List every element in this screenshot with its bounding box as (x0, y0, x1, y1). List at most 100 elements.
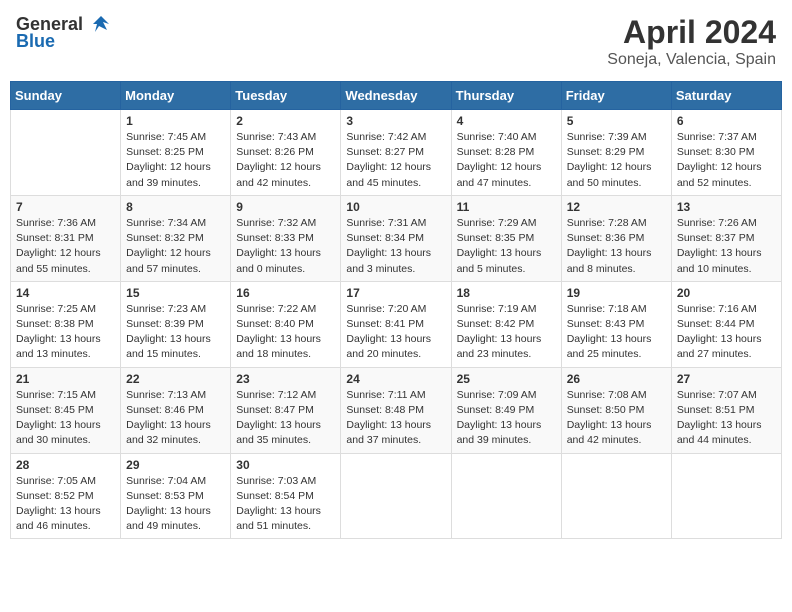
day-info: Sunrise: 7:28 AMSunset: 8:36 PMDaylight:… (567, 216, 666, 277)
logo: General Blue (16, 14, 113, 52)
day-number: 1 (126, 114, 225, 128)
day-info: Sunrise: 7:42 AMSunset: 8:27 PMDaylight:… (346, 130, 445, 191)
day-info: Sunrise: 7:11 AMSunset: 8:48 PMDaylight:… (346, 388, 445, 449)
day-info: Sunrise: 7:23 AMSunset: 8:39 PMDaylight:… (126, 302, 225, 363)
day-number: 11 (457, 200, 556, 214)
logo-bird-icon (87, 14, 113, 34)
day-number: 27 (677, 372, 776, 386)
title-area: April 2024 Soneja, Valencia, Spain (607, 14, 776, 69)
day-number: 25 (457, 372, 556, 386)
day-number: 17 (346, 286, 445, 300)
day-of-week-header: Friday (561, 82, 671, 110)
day-number: 29 (126, 458, 225, 472)
day-info: Sunrise: 7:40 AMSunset: 8:28 PMDaylight:… (457, 130, 556, 191)
day-of-week-header: Saturday (671, 82, 781, 110)
calendar-day-cell: 19Sunrise: 7:18 AMSunset: 8:43 PMDayligh… (561, 281, 671, 367)
day-number: 18 (457, 286, 556, 300)
calendar-day-cell: 6Sunrise: 7:37 AMSunset: 8:30 PMDaylight… (671, 110, 781, 196)
day-of-week-header: Sunday (11, 82, 121, 110)
day-of-week-header: Wednesday (341, 82, 451, 110)
day-number: 28 (16, 458, 115, 472)
calendar-day-cell: 5 Sunrise: 7:39 AMSunset: 8:29 PMDaylight… (561, 110, 671, 196)
calendar-day-cell: 29 Sunrise: 7:04 AMSunset: 8:53 PMDayligh… (121, 453, 231, 539)
calendar-day-cell: 24 Sunrise: 7:11 AMSunset: 8:48 PMDayligh… (341, 367, 451, 453)
day-number: 23 (236, 372, 335, 386)
calendar-header-row: SundayMondayTuesdayWednesdayThursdayFrid… (11, 82, 782, 110)
calendar-day-cell (451, 453, 561, 539)
day-info: Sunrise: 7:20 AMSunset: 8:41 PMDaylight:… (346, 302, 445, 363)
calendar-day-cell: 14 Sunrise: 7:25 AMSunset: 8:38 PMDayligh… (11, 281, 121, 367)
day-info: Sunrise: 7:34 AMSunset: 8:32 PMDaylight:… (126, 216, 225, 277)
month-title: April 2024 (607, 14, 776, 51)
day-number: 24 (346, 372, 445, 386)
day-number: 30 (236, 458, 335, 472)
calendar-day-cell: 30 Sunrise: 7:03 AMSunset: 8:54 PMDayligh… (231, 453, 341, 539)
day-info: Sunrise: 7:16 AMSunset: 8:44 PMDaylight:… (677, 302, 776, 363)
day-info: Sunrise: 7:19 AMSunset: 8:42 PMDaylight:… (457, 302, 556, 363)
calendar-day-cell: 18 Sunrise: 7:19 AMSunset: 8:42 PMDayligh… (451, 281, 561, 367)
calendar-day-cell (11, 110, 121, 196)
location-subtitle: Soneja, Valencia, Spain (607, 51, 776, 69)
day-number: 14 (16, 286, 115, 300)
calendar-week-row: 7Sunrise: 7:36 AMSunset: 8:31 PMDaylight… (11, 195, 782, 281)
calendar-day-cell: 1 Sunrise: 7:45 AMSunset: 8:25 PMDaylight… (121, 110, 231, 196)
day-info: Sunrise: 7:31 AMSunset: 8:34 PMDaylight:… (346, 216, 445, 277)
calendar-day-cell: 22Sunrise: 7:13 AMSunset: 8:46 PMDayligh… (121, 367, 231, 453)
calendar-day-cell: 11 Sunrise: 7:29 AMSunset: 8:35 PMDayligh… (451, 195, 561, 281)
day-info: Sunrise: 7:25 AMSunset: 8:38 PMDaylight:… (16, 302, 115, 363)
day-info: Sunrise: 7:07 AMSunset: 8:51 PMDaylight:… (677, 388, 776, 449)
calendar-day-cell: 13 Sunrise: 7:26 AMSunset: 8:37 PMDayligh… (671, 195, 781, 281)
calendar-day-cell: 4 Sunrise: 7:40 AMSunset: 8:28 PMDaylight… (451, 110, 561, 196)
day-number: 7 (16, 200, 115, 214)
day-number: 4 (457, 114, 556, 128)
day-info: Sunrise: 7:03 AMSunset: 8:54 PMDaylight:… (236, 474, 335, 535)
day-number: 21 (16, 372, 115, 386)
calendar-day-cell: 15Sunrise: 7:23 AMSunset: 8:39 PMDayligh… (121, 281, 231, 367)
calendar-week-row: 14 Sunrise: 7:25 AMSunset: 8:38 PMDayligh… (11, 281, 782, 367)
calendar-day-cell (341, 453, 451, 539)
day-number: 5 (567, 114, 666, 128)
calendar-day-cell: 2 Sunrise: 7:43 AMSunset: 8:26 PMDaylight… (231, 110, 341, 196)
day-info: Sunrise: 7:45 AMSunset: 8:25 PMDaylight:… (126, 130, 225, 191)
calendar-day-cell: 17 Sunrise: 7:20 AMSunset: 8:41 PMDayligh… (341, 281, 451, 367)
calendar-day-cell: 21Sunrise: 7:15 AMSunset: 8:45 PMDayligh… (11, 367, 121, 453)
day-number: 20 (677, 286, 776, 300)
day-info: Sunrise: 7:39 AMSunset: 8:29 PMDaylight:… (567, 130, 666, 191)
day-number: 26 (567, 372, 666, 386)
day-info: Sunrise: 7:43 AMSunset: 8:26 PMDaylight:… (236, 130, 335, 191)
calendar-day-cell: 10 Sunrise: 7:31 AMSunset: 8:34 PMDayligh… (341, 195, 451, 281)
day-info: Sunrise: 7:37 AMSunset: 8:30 PMDaylight:… (677, 130, 776, 191)
day-info: Sunrise: 7:13 AMSunset: 8:46 PMDaylight:… (126, 388, 225, 449)
calendar-day-cell: 26 Sunrise: 7:08 AMSunset: 8:50 PMDayligh… (561, 367, 671, 453)
calendar-day-cell: 23Sunrise: 7:12 AMSunset: 8:47 PMDayligh… (231, 367, 341, 453)
day-number: 16 (236, 286, 335, 300)
calendar-week-row: 1 Sunrise: 7:45 AMSunset: 8:25 PMDaylight… (11, 110, 782, 196)
day-number: 13 (677, 200, 776, 214)
calendar-day-cell: 20 Sunrise: 7:16 AMSunset: 8:44 PMDayligh… (671, 281, 781, 367)
day-info: Sunrise: 7:26 AMSunset: 8:37 PMDaylight:… (677, 216, 776, 277)
day-of-week-header: Thursday (451, 82, 561, 110)
day-info: Sunrise: 7:29 AMSunset: 8:35 PMDaylight:… (457, 216, 556, 277)
calendar-day-cell: 28 Sunrise: 7:05 AMSunset: 8:52 PMDayligh… (11, 453, 121, 539)
calendar-day-cell: 7Sunrise: 7:36 AMSunset: 8:31 PMDaylight… (11, 195, 121, 281)
day-info: Sunrise: 7:04 AMSunset: 8:53 PMDaylight:… (126, 474, 225, 535)
day-number: 3 (346, 114, 445, 128)
day-number: 10 (346, 200, 445, 214)
day-info: Sunrise: 7:05 AMSunset: 8:52 PMDaylight:… (16, 474, 115, 535)
day-of-week-header: Tuesday (231, 82, 341, 110)
day-number: 12 (567, 200, 666, 214)
logo-blue-text: Blue (16, 31, 55, 52)
page-header: General Blue April 2024 Soneja, Valencia… (10, 10, 782, 73)
calendar-day-cell: 27 Sunrise: 7:07 AMSunset: 8:51 PMDayligh… (671, 367, 781, 453)
day-info: Sunrise: 7:09 AMSunset: 8:49 PMDaylight:… (457, 388, 556, 449)
calendar-week-row: 21Sunrise: 7:15 AMSunset: 8:45 PMDayligh… (11, 367, 782, 453)
day-info: Sunrise: 7:08 AMSunset: 8:50 PMDaylight:… (567, 388, 666, 449)
calendar-day-cell: 9Sunrise: 7:32 AMSunset: 8:33 PMDaylight… (231, 195, 341, 281)
day-of-week-header: Monday (121, 82, 231, 110)
day-number: 2 (236, 114, 335, 128)
calendar-week-row: 28 Sunrise: 7:05 AMSunset: 8:52 PMDayligh… (11, 453, 782, 539)
calendar-day-cell: 8Sunrise: 7:34 AMSunset: 8:32 PMDaylight… (121, 195, 231, 281)
day-number: 19 (567, 286, 666, 300)
calendar-day-cell: 25 Sunrise: 7:09 AMSunset: 8:49 PMDayligh… (451, 367, 561, 453)
calendar-table: SundayMondayTuesdayWednesdayThursdayFrid… (10, 81, 782, 539)
